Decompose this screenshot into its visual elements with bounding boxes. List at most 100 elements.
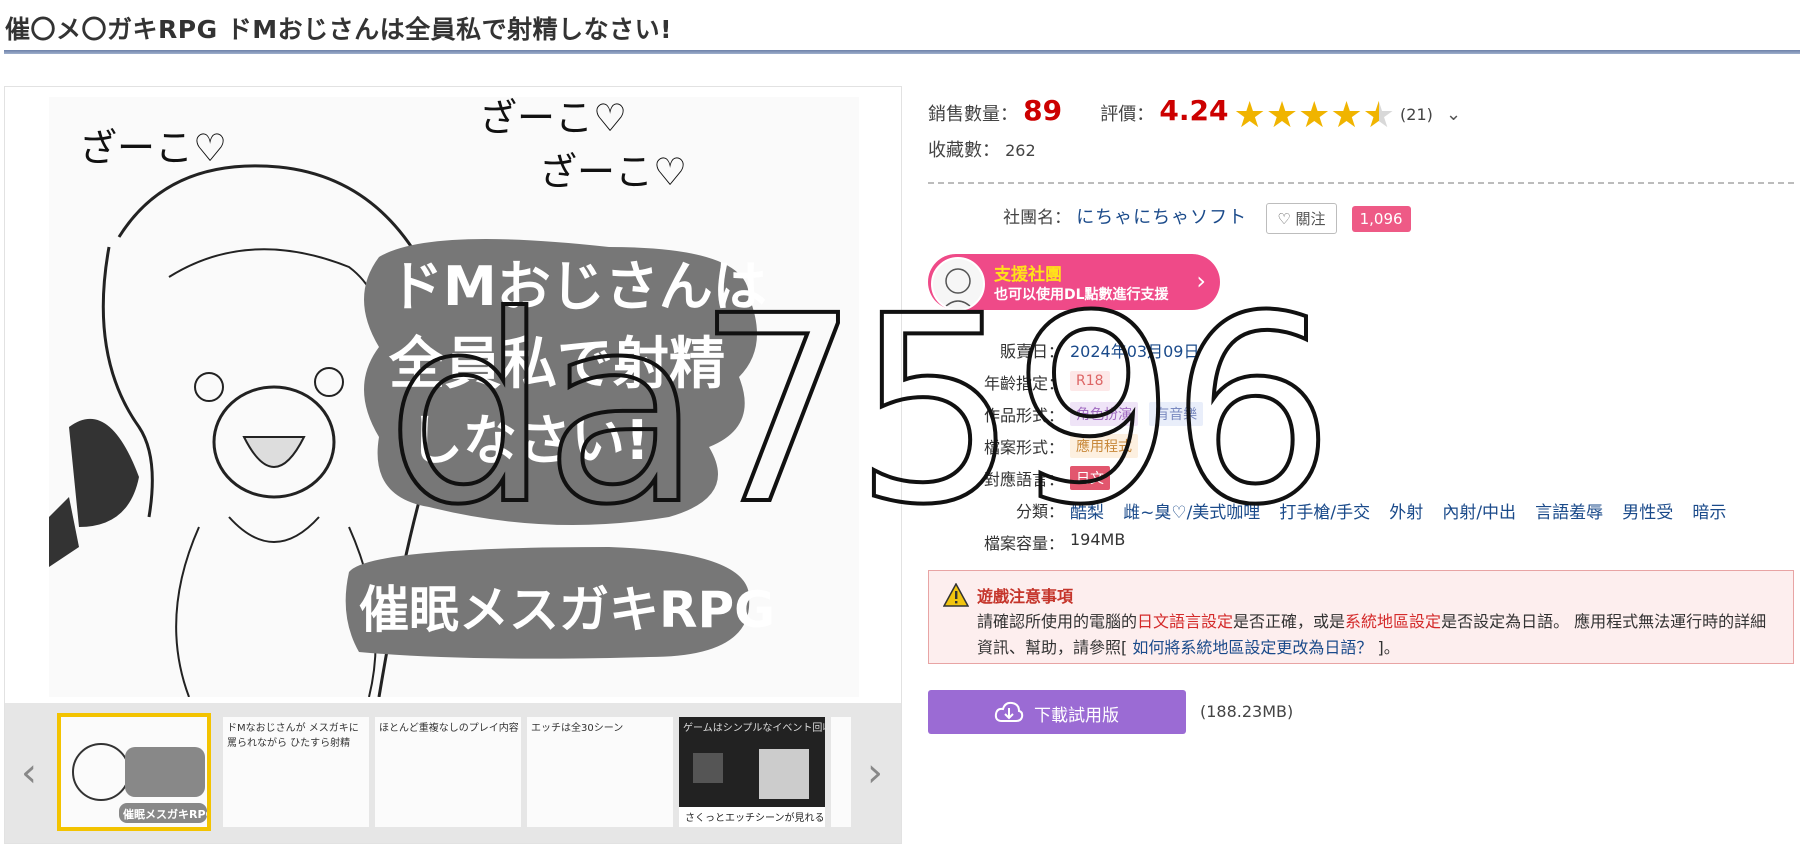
spec-label: 作品形式： — [983, 406, 1064, 425]
thumbnail-4[interactable]: エッチは全30シーン — [527, 717, 673, 827]
download-trial-button[interactable]: 下載試用版 — [928, 690, 1186, 734]
spec-label: 檔案形式： — [983, 438, 1064, 457]
star-icon: ★ — [1265, 94, 1299, 136]
warning-highlight: 系統地區設定 — [1345, 612, 1442, 631]
thumbnail-image: さくっとエッチシーンが見れる! — [679, 735, 825, 827]
genre-link[interactable]: 暗示 — [1692, 503, 1726, 523]
spec-value: 194MB — [1070, 530, 1126, 549]
circle-avatar — [931, 257, 985, 311]
genre-link[interactable]: 男性受 — [1622, 503, 1673, 523]
spec-size: 檔案容量： 194MB — [928, 530, 1796, 560]
spec-value[interactable]: 2024年03月09日 — [1070, 338, 1199, 362]
spec-label: 對應語言： — [983, 470, 1064, 489]
spec-format: 作品形式： 角色扮演 有音樂 — [928, 402, 1796, 432]
favorites-value: 262 — [1005, 141, 1036, 160]
spec-filetype: 檔案形式： 應用程式 — [928, 434, 1796, 464]
age-tag[interactable]: R18 — [1070, 371, 1110, 391]
spec-label: 分類： — [1015, 502, 1064, 521]
circle-name-link[interactable]: にちゃにちゃソフト — [1076, 207, 1247, 228]
cover-subtitle: 催眠メスガキRPG — [359, 581, 775, 639]
locale-help-link[interactable]: 如何將系統地區設定更改為日語？ — [1132, 638, 1372, 657]
warning-body: 請確認所使用的電腦的日文語言設定是否正確，或是系統地區設定是否設定為日語。 應用… — [977, 609, 1777, 661]
chevron-right-icon: › — [1196, 267, 1206, 295]
thumbnail-1[interactable]: 催眠メスガキRPG — [57, 713, 211, 831]
genre-link[interactable]: 外射 — [1389, 503, 1423, 523]
main-product-image[interactable]: ざーこ♡ ざーこ♡ ざーこ♡ ドMおじさんは 全員私で射精 しなさい! 催眠メス… — [49, 97, 859, 697]
page-title: 催〇メ〇ガキRPG ドMおじさんは全員私で射精しなさい! — [5, 15, 673, 44]
spec-label: 年齡指定： — [983, 374, 1064, 393]
half-star-icon: ★ — [1362, 94, 1395, 136]
thumbnail-strip: ‹ 催眠メスガキRPG ドMなおじさんが メスガキに罵られながら ひたすら射精 … — [5, 703, 901, 843]
sales-label: 銷售數量： — [928, 104, 1018, 125]
cloud-download-icon — [994, 701, 1024, 722]
prev-arrow-icon[interactable]: ‹ — [11, 743, 47, 803]
heart-icon: ♡ — [1277, 210, 1291, 228]
doodle-text: ざーこ♡ — [539, 150, 687, 194]
stats-row: 銷售數量： 89 評價： 4.24 ★★★★★ (21) ⌄ — [928, 94, 1461, 134]
cover-text-line: しなさい! — [409, 409, 650, 472]
download-label: 下載試用版 — [1034, 706, 1119, 726]
spec-release: 販賣日： 2024年03月09日 — [928, 338, 1796, 368]
star-icon: ★ — [1298, 94, 1331, 136]
spec-language: 對應語言： 日文 — [928, 466, 1796, 496]
rating-value: 4.24 — [1159, 94, 1229, 127]
warning-title: 遊戲注意事項 — [977, 587, 1074, 606]
rating-count: (21) — [1400, 105, 1433, 124]
thumbnail-caption: ほとんど重複なしのプレイ内容 — [379, 723, 519, 734]
download-size: (188.23MB) — [1200, 702, 1294, 721]
chevron-down-icon[interactable]: ⌄ — [1446, 104, 1461, 125]
star-icon: ★ — [1233, 94, 1266, 136]
cover-illustration: ざーこ♡ ざーこ♡ ざーこ♡ ドMおじさんは 全員私で射精 しなさい! 催眠メス… — [49, 97, 859, 697]
circle-label: 社團名： — [1003, 208, 1072, 228]
genre-link[interactable]: 酷梨 — [1070, 503, 1104, 523]
doodle-text: ざーこ♡ — [479, 97, 627, 140]
divider — [928, 182, 1794, 184]
next-arrow-icon[interactable]: › — [857, 743, 893, 803]
sales-value: 89 — [1023, 94, 1063, 127]
game-warning-box: 遊戲注意事項 請確認所使用的電腦的日文語言設定是否正確，或是系統地區設定是否設定… — [928, 570, 1794, 664]
doodle-text: ざーこ♡ — [79, 126, 227, 170]
thumbnail-caption: エッチは全30シーン — [531, 723, 624, 734]
support-circle-button[interactable]: 支援社團 也可以使用DL點數進行支援 › — [928, 254, 1220, 311]
genre-link[interactable]: 雌~臭♡/美式咖哩 — [1123, 503, 1260, 523]
cover-text-line: ドMおじさんは — [389, 255, 767, 318]
support-subtitle: 也可以使用DL點數進行支援 — [994, 287, 1169, 303]
support-title: 支援社團 — [994, 265, 1062, 285]
title-bar: 催〇メ〇ガキRPG ドMおじさんは全員私で射精しなさい! — [0, 0, 1800, 54]
format-tag[interactable]: 角色扮演 — [1070, 402, 1138, 426]
filetype-tag[interactable]: 應用程式 — [1070, 434, 1138, 458]
warning-icon — [943, 583, 969, 607]
warning-text: ]。 — [1372, 638, 1400, 657]
format-tag[interactable]: 有音樂 — [1149, 402, 1204, 426]
thumbnail-caption: ドMなおじさんが メスガキに罵られながら ひたすら射精 — [227, 723, 359, 749]
favorites-row: 收藏數： 262 — [928, 136, 1036, 162]
spec-label: 檔案容量： — [983, 534, 1064, 553]
follow-label: 關注 — [1295, 210, 1326, 228]
favorites-label: 收藏數： — [928, 140, 1000, 161]
spec-label: 販賣日： — [999, 342, 1064, 361]
rating-stars: ★★★★★ — [1233, 94, 1395, 136]
thumbnail-6-partial[interactable] — [831, 717, 851, 827]
warning-text: 是否正確，或是 — [1233, 612, 1346, 631]
thumbnail-5[interactable]: ゲームはシンプルなイベント回収型 さくっとエッチシーンが見れる! — [679, 717, 825, 827]
title-underline — [4, 50, 1800, 54]
genre-link[interactable]: 打手槍/手交 — [1279, 503, 1370, 523]
warning-highlight: 日文語言設定 — [1137, 612, 1234, 631]
circle-row: 社團名： にちゃにちゃソフト ♡ 關注 1,096 — [928, 203, 1411, 243]
thumbnail-caption: 催眠メスガキRPG — [123, 807, 207, 821]
genre-link[interactable]: 言語羞辱 — [1535, 503, 1603, 523]
follow-button[interactable]: ♡ 關注 — [1266, 203, 1337, 234]
thumbnail-3[interactable]: ほとんど重複なしのプレイ内容 — [375, 717, 521, 827]
language-tag[interactable]: 日文 — [1070, 466, 1110, 490]
star-icon: ★ — [1330, 94, 1363, 136]
spec-age: 年齡指定： R18 — [928, 370, 1796, 400]
warning-text: 請確認所使用的電腦的 — [977, 612, 1138, 631]
follower-count-badge: 1,096 — [1351, 205, 1411, 232]
thumbnail-caption: さくっとエッチシーンが見れる! — [685, 811, 825, 824]
cover-text-line: 全員私で射精 — [388, 332, 725, 397]
thumbnail-image: 催眠メスガキRPG — [61, 717, 207, 827]
spec-genre: 分類： 酷梨 雌~臭♡/美式咖哩 打手槍/手交 外射 內射/中出 言語羞辱 男性… — [928, 498, 1796, 528]
thumbnail-2[interactable]: ドMなおじさんが メスガキに罵られながら ひたすら射精 — [223, 717, 369, 827]
genre-link[interactable]: 內射/中出 — [1442, 503, 1516, 523]
image-gallery: ざーこ♡ ざーこ♡ ざーこ♡ ドMおじさんは 全員私で射精 しなさい! 催眠メス… — [4, 86, 902, 844]
